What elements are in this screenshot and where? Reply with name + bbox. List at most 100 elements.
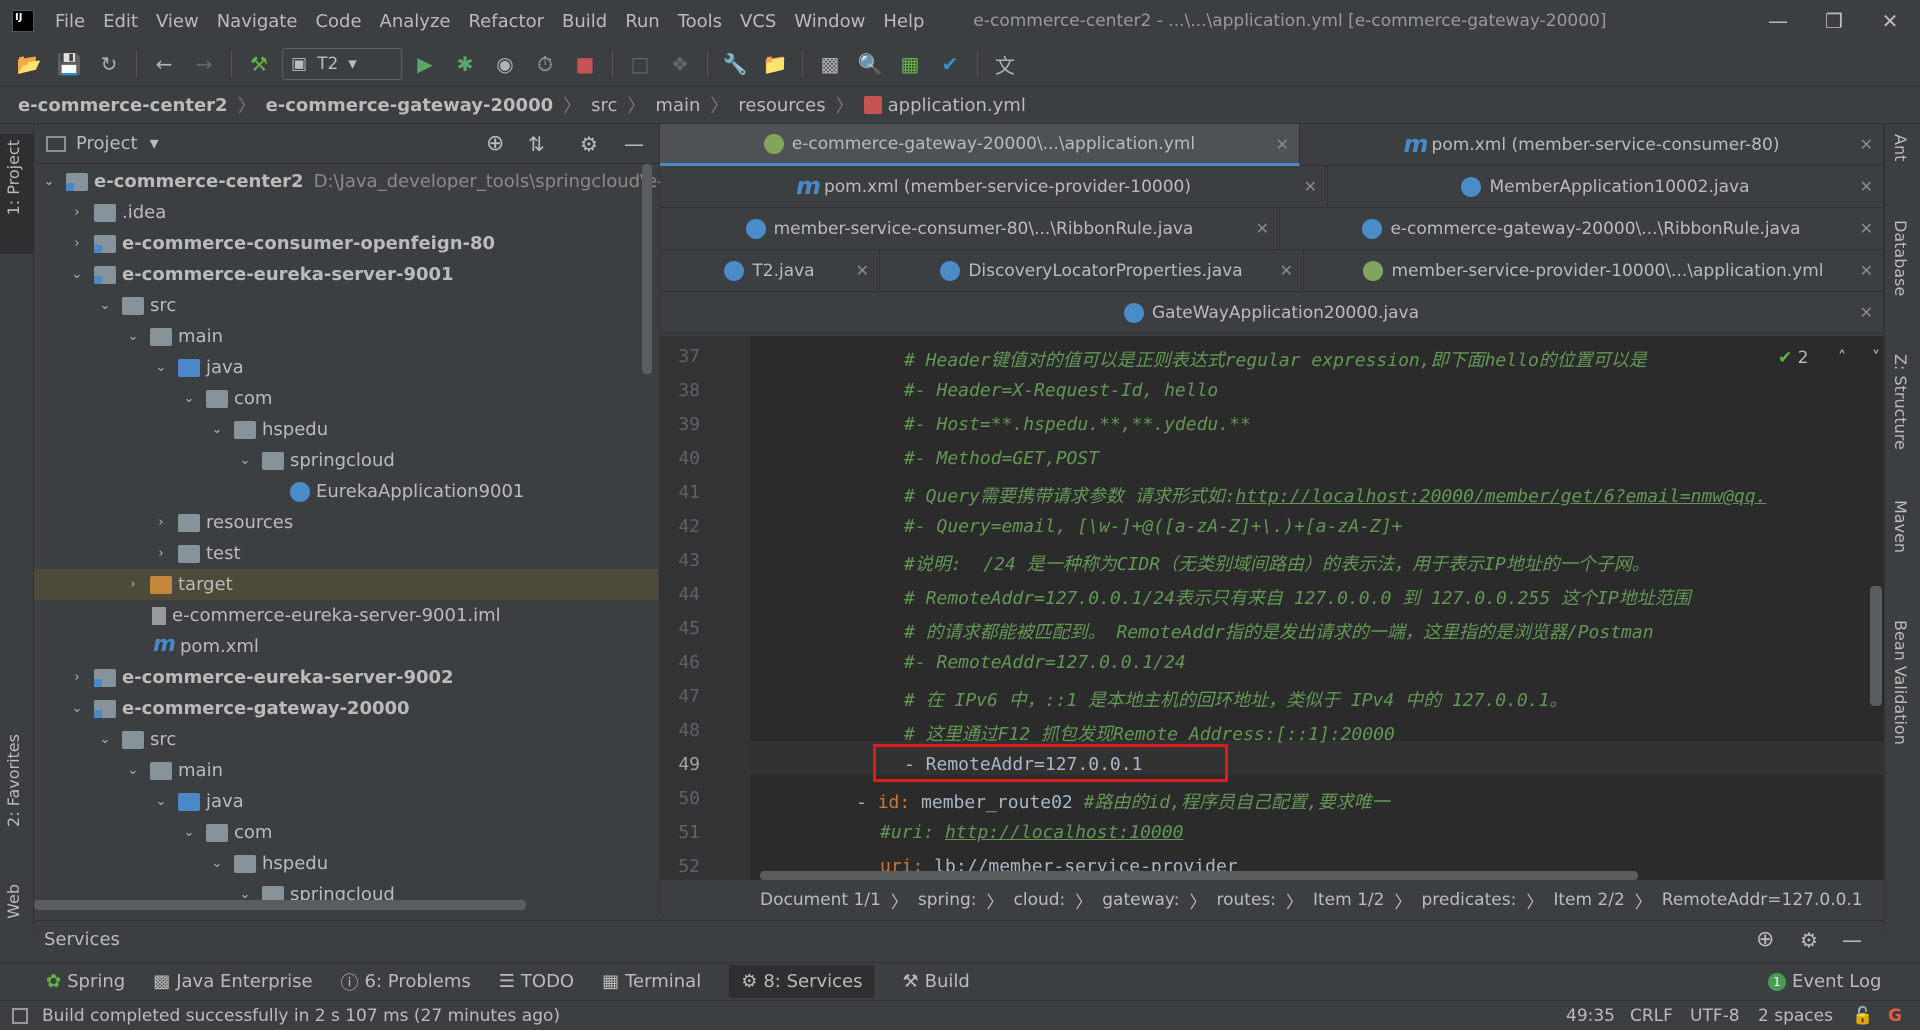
- close-icon[interactable]: ✕: [1256, 219, 1269, 238]
- run-icon[interactable]: ▶: [408, 47, 442, 81]
- google-icon[interactable]: G: [1888, 1006, 1902, 1026]
- breadcrumb-item[interactable]: src: [591, 95, 617, 116]
- expand-arrow-icon[interactable]: ⌄: [68, 701, 86, 716]
- hide-icon[interactable]: —: [1842, 928, 1862, 952]
- tab-ribbonrule-consumer[interactable]: member-service-consumer-80\...\RibbonRul…: [660, 208, 1280, 250]
- editor-crumb-item[interactable]: Document 1/1: [760, 890, 881, 910]
- expand-arrow-icon[interactable]: ⌄: [152, 360, 170, 375]
- tab-pom-provider-10000[interactable]: m pom.xml (member-service-provider-10000…: [660, 166, 1328, 208]
- tree-item[interactable]: ⌄ src: [96, 724, 177, 755]
- tool-problems[interactable]: ⓘ 6: Problems: [341, 969, 471, 995]
- wrench-icon[interactable]: 🔧: [718, 47, 752, 81]
- tab-ribbonrule-gateway[interactable]: e-commerce-gateway-20000\...\RibbonRule.…: [1280, 208, 1884, 250]
- tree-item[interactable]: › e-commerce-eureka-server-9002: [68, 662, 453, 693]
- tab-structure[interactable]: Z: Structure: [1891, 354, 1910, 450]
- tree-item[interactable]: ⌄ java: [152, 786, 244, 817]
- tool-todo[interactable]: ☰ TODO: [499, 971, 574, 992]
- tree-item-root[interactable]: ⌄ e-commerce-center2 D:\Java_developer_t…: [40, 166, 720, 197]
- menu-view[interactable]: View: [147, 11, 208, 32]
- tab-database[interactable]: Database: [1891, 220, 1910, 296]
- run-config-select[interactable]: ▣ T2 ▾: [282, 48, 402, 80]
- horizontal-scrollbar[interactable]: [34, 900, 526, 910]
- tree-item[interactable]: ⌄ e-commerce-eureka-server-9001: [68, 259, 454, 290]
- close-icon[interactable]: ✕: [1860, 303, 1873, 322]
- terminal-window-icon[interactable]: ▩: [813, 47, 847, 81]
- editor-crumb-item[interactable]: Item 2/2: [1553, 890, 1624, 910]
- breadcrumb-item[interactable]: resources: [738, 95, 825, 116]
- tool-terminal[interactable]: ▦ Terminal: [602, 971, 701, 992]
- tool-services[interactable]: ⚙ 8: Services: [729, 965, 875, 998]
- menu-tools[interactable]: Tools: [669, 11, 731, 32]
- menu-code[interactable]: Code: [306, 11, 370, 32]
- chevron-down-icon[interactable]: ▾: [150, 133, 159, 154]
- expand-arrow-icon[interactable]: ›: [68, 205, 86, 220]
- tree-item[interactable]: › resources: [152, 507, 293, 538]
- breadcrumb-item[interactable]: application.yml: [888, 95, 1026, 116]
- collapse-all-icon[interactable]: ⇅: [528, 132, 545, 156]
- menu-refactor[interactable]: Refactor: [459, 11, 553, 32]
- expand-arrow-icon[interactable]: ⌄: [40, 174, 58, 189]
- expand-arrow-icon[interactable]: ⌄: [208, 422, 226, 437]
- debug-bug-icon[interactable]: ✱: [448, 47, 482, 81]
- status-panel-icon[interactable]: [12, 1007, 28, 1024]
- menu-navigate[interactable]: Navigate: [208, 11, 307, 32]
- restore-icon[interactable]: ❐: [1806, 0, 1862, 42]
- caret-position[interactable]: 49:35: [1566, 1006, 1615, 1026]
- chevron-down-icon[interactable]: ˅: [1872, 348, 1881, 368]
- expand-arrow-icon[interactable]: ›: [152, 515, 170, 530]
- tree-item[interactable]: ⌄ springcloud: [236, 445, 395, 476]
- tree-item[interactable]: ⌄ com: [180, 383, 273, 414]
- editor-crumb-item[interactable]: gateway:: [1102, 890, 1179, 910]
- line-separator[interactable]: CRLF: [1630, 1006, 1673, 1026]
- translate-icon[interactable]: 文: [988, 47, 1022, 81]
- editor-horizontal-scrollbar[interactable]: [760, 871, 1638, 880]
- code-editor[interactable]: 37 38 39 40 41 42 43 44 45 46 47 48 49 5…: [660, 336, 1884, 880]
- tab-maven[interactable]: Maven: [1891, 500, 1910, 553]
- expand-arrow-icon[interactable]: ⌄: [124, 763, 142, 778]
- tab-pom-consumer-80[interactable]: m pom.xml (member-service-consumer-80) ✕: [1300, 124, 1884, 166]
- attach-icon[interactable]: □: [623, 47, 657, 81]
- file-encoding[interactable]: UTF-8: [1690, 1006, 1740, 1026]
- tree-item[interactable]: pom.xml: [152, 631, 259, 662]
- status-message[interactable]: Build completed successfully in 2 s 107 …: [42, 1006, 560, 1026]
- vertical-scrollbar[interactable]: [642, 164, 652, 374]
- breadcrumb-item[interactable]: main: [655, 95, 700, 116]
- editor-crumb-item[interactable]: cloud:: [1014, 890, 1066, 910]
- tree-item[interactable]: › e-commerce-consumer-openfeign-80: [68, 228, 495, 259]
- expand-arrow-icon[interactable]: ›: [68, 236, 86, 251]
- tree-item[interactable]: ⌄ main: [124, 321, 223, 352]
- sync-icon[interactable]: ↻: [92, 47, 126, 81]
- close-icon[interactable]: ✕: [1304, 177, 1317, 196]
- tree-item[interactable]: ⌄ e-commerce-gateway-20000: [68, 693, 410, 724]
- code-link[interactable]: http://localhost:20000/member/get/6?emai…: [1236, 486, 1767, 507]
- menu-analyze[interactable]: Analyze: [371, 11, 460, 32]
- locate-icon[interactable]: ⊕: [486, 131, 504, 156]
- expand-arrow-icon[interactable]: ⌄: [208, 856, 226, 871]
- tree-item[interactable]: ⌄ src: [96, 290, 177, 321]
- close-icon[interactable]: ✕: [1860, 135, 1873, 154]
- monitor-icon[interactable]: ▦: [893, 47, 927, 81]
- stop-icon[interactable]: ■: [568, 47, 602, 81]
- expand-arrow-icon[interactable]: ⌄: [68, 267, 86, 282]
- close-icon[interactable]: ✕: [1860, 219, 1873, 238]
- menu-file[interactable]: File: [46, 11, 94, 32]
- tree-item[interactable]: EurekaApplication9001: [290, 476, 524, 507]
- tool-java-enterprise[interactable]: ▩ Java Enterprise: [153, 971, 312, 992]
- tree-item[interactable]: › test: [152, 538, 240, 569]
- profile-icon[interactable]: ⏱: [528, 47, 562, 81]
- tree-item[interactable]: ⌄ com: [180, 817, 273, 848]
- close-icon[interactable]: ✕: [1280, 261, 1293, 280]
- expand-arrow-icon[interactable]: ⌄: [96, 298, 114, 313]
- tool-build[interactable]: ⚒ Build: [902, 971, 969, 992]
- layout-icon[interactable]: ❖: [663, 47, 697, 81]
- breadcrumb-item[interactable]: e-commerce-center2: [18, 95, 228, 116]
- project-structure-icon[interactable]: 📁: [758, 47, 792, 81]
- inspection-widget[interactable]: ✔ 2 ˄ ˅: [1778, 348, 1880, 368]
- menu-help[interactable]: Help: [874, 11, 933, 32]
- open-folder-icon[interactable]: 📂: [12, 47, 46, 81]
- tree-item[interactable]: › .idea: [68, 197, 166, 228]
- editor-vertical-scrollbar[interactable]: [1870, 586, 1882, 706]
- tab-web[interactable]: Web: [4, 884, 23, 919]
- lock-icon[interactable]: 🔓: [1852, 1006, 1873, 1026]
- close-icon[interactable]: ✕: [1860, 261, 1873, 280]
